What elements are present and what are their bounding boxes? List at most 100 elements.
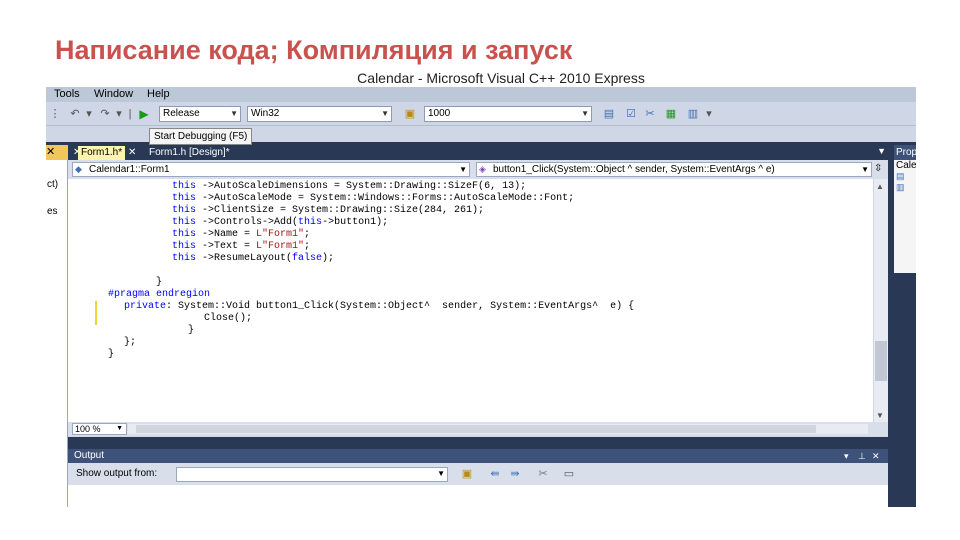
horizontal-scrollbar[interactable] [128,424,868,434]
code-line: } [156,277,162,289]
document-tab-strip: ✕ Form1.h* ✕ Form1.h [Design]* ▼ [68,145,888,160]
code-line: this ->ResumeLayout(false); [172,253,334,265]
member-select[interactable]: ◈ button1_Click(System::Object ^ sender,… [476,162,872,177]
zoom-value: 100 % [75,424,101,434]
chevron-down-icon: ▼ [381,109,389,118]
scroll-down-icon[interactable]: ▼ [876,411,884,420]
toggle-word-wrap-icon[interactable]: ▭ [562,467,576,481]
code-token: ->Name = [196,229,257,240]
solution-platform-select[interactable]: Win32 ▼ [247,106,392,122]
menu-window[interactable]: Window [94,88,133,100]
menu-tools[interactable]: Tools [54,88,80,100]
code-token: ->Controls->Add( [196,217,299,228]
chevron-down-icon: ▼ [861,165,869,174]
code-line: this ->Controls->Add(this->button1); [172,217,388,229]
member-select-value: button1_Click(System::Object ^ sender, S… [493,164,775,175]
solution-configuration-select[interactable]: Release ▼ [159,106,241,122]
class-select[interactable]: ◆ Calendar1::Form1 ▼ [72,162,470,177]
find-value: 1000 [428,108,451,119]
tab-form1-h-design[interactable]: Form1.h [Design]* [146,146,233,160]
properties-icon[interactable]: ☑ [624,107,638,121]
chevron-down-icon[interactable]: ▼ [877,146,886,156]
find-message-icon[interactable]: ▣ [460,467,474,481]
editor-status-row: 100 % ▼ [68,422,888,436]
class-view-icon[interactable]: ▦ [664,107,678,121]
slide: Написание кода; Компиляция и запуск Cale… [0,0,960,540]
categorized-icon[interactable]: ▤ [896,171,916,182]
code-token: ; [304,241,311,252]
tab-form1-h[interactable]: Form1.h* [78,146,126,160]
close-icon[interactable]: ✕ [872,449,880,463]
output-window: Output ▾ ⊥ ✕ Show output from: ▼ ▣ ⇚ ⇛ ✂… [68,449,888,507]
code-token: Close(); [204,313,253,324]
output-title-text: Output [74,450,105,461]
code-token: ->Text = [196,241,257,252]
output-window-icon[interactable]: ▥ [686,107,700,121]
output-toolbar: Show output from: ▼ ▣ ⇚ ⇛ ✂ ▭ [68,463,888,485]
output-text-area[interactable] [68,485,888,507]
code-editor: ✕ Form1.h* ✕ Form1.h [Design]* ▼ ◆ Calen… [68,145,888,437]
code-line: }; [124,337,136,349]
tab-strip-close-icon[interactable]: ✕ [70,146,81,160]
horizontal-scroll-thumb[interactable] [136,425,816,433]
toolbar-overflow-icon[interactable]: ▾ [702,107,716,121]
left-panel-item[interactable]: ct) [47,179,58,190]
dropdown-arrow-icon[interactable]: ▾ [82,107,96,121]
tab-close-icon[interactable]: ✕ [128,146,136,160]
menu-bar: Tools Window Help [46,87,916,102]
navigation-bar: ◆ Calendar1::Form1 ▼ ◈ button1_Click(Sys… [68,160,888,179]
chevron-down-icon: ▼ [116,425,123,432]
find-select[interactable]: 1000 ▼ [424,106,592,122]
toolbox-icon[interactable]: ✂ [643,107,657,121]
show-output-from-select[interactable]: ▼ [176,467,448,482]
left-panel-item[interactable]: es [47,206,58,217]
chevron-down-icon: ▼ [437,469,445,478]
code-token: }; [124,337,137,348]
go-to-previous-message-icon[interactable]: ⇚ [488,467,502,481]
vertical-scrollbar[interactable]: ▲ ▼ [874,179,888,422]
properties-panel-header[interactable]: Prop [894,145,916,160]
find-in-files-icon[interactable]: ▣ [403,107,417,121]
solution-explorer-icon[interactable]: ▤ [602,107,616,121]
auto-hide-pin-icon[interactable]: ⊥ [858,449,866,463]
code-token: } [188,325,195,336]
code-token: ->AutoScaleDimensions = System::Drawing:… [196,181,527,192]
clear-all-icon[interactable]: ✂ [536,467,550,481]
code-token: this [172,205,197,216]
code-line: this ->Name = L"Form1"; [172,229,310,241]
close-icon[interactable]: ✕ [46,145,68,160]
go-to-next-message-icon[interactable]: ⇛ [508,467,522,481]
code-token: this [172,241,197,252]
code-line: private: System::Void button1_Click(Syst… [124,301,634,313]
chevron-down-icon: ▼ [230,109,238,118]
code-text-area[interactable]: this ->AutoScaleDimensions = System::Dra… [68,179,873,422]
code-line: this ->Text = L"Form1"; [172,241,310,253]
window-position-icon[interactable]: ▾ [844,449,849,463]
code-line: #pragma endregion [108,289,210,301]
code-token: } [108,349,115,360]
split-editor-icon[interactable]: ⇳ [874,163,882,174]
code-token: ; [304,229,311,240]
code-token: } [156,277,163,288]
chevron-down-icon: ▼ [459,165,467,174]
code-line: this ->ClientSize = System::Drawing::Siz… [172,205,484,217]
chevron-down-icon: ▼ [581,109,589,118]
undo-icon[interactable]: ↶ [68,107,82,121]
ide-screenshot: Calendar - Microsoft Visual C++ 2010 Exp… [46,69,916,507]
vertical-scroll-thumb[interactable] [875,341,887,381]
code-token: this [172,217,197,228]
code-line: this ->AutoScaleMode = System::Windows::… [172,193,574,205]
slide-title: Написание кода; Компиляция и запуск [55,35,573,65]
alphabetical-icon[interactable]: ▥ [896,182,916,193]
start-debugging-icon[interactable]: ▶ [137,107,151,121]
class-icon: ◆ [75,164,82,174]
redo-icon[interactable]: ↷ [98,107,112,121]
left-tool-panel: ✕ ct) es [46,145,68,507]
solution-platform-value: Win32 [251,108,280,119]
properties-object-label[interactable]: Cale [896,160,916,171]
menu-help[interactable]: Help [147,88,170,100]
zoom-select[interactable]: 100 % ▼ [72,423,127,435]
properties-panel-body: Cale ▤ ▥ [894,160,916,273]
scroll-up-icon[interactable]: ▲ [876,182,884,191]
code-line: Close(); [204,313,252,325]
